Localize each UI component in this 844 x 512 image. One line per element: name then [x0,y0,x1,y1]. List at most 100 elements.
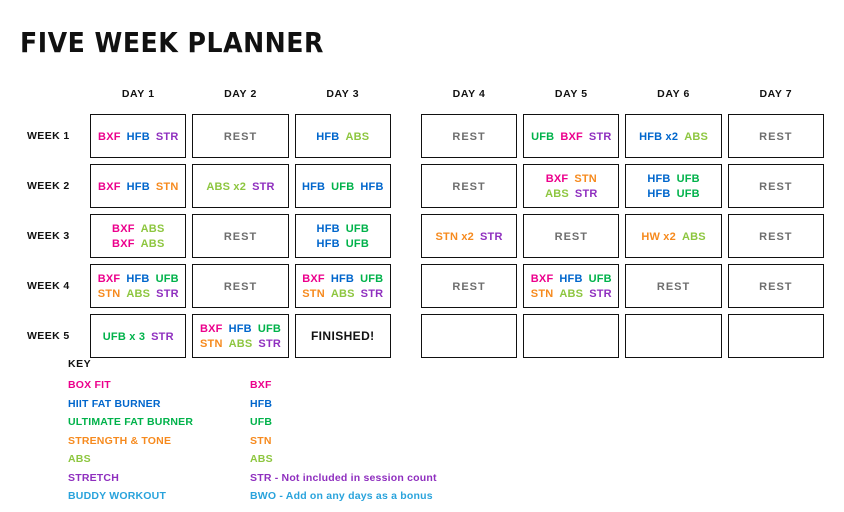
workout-token: HFB [316,223,340,235]
planner-week-row: WEEK 4 BXF HFB UFB STN ABS STR REST BXF HFB UFB STN… [26,264,824,308]
day-header-3: DAY 3 [326,88,360,100]
workout-token: BXF [98,180,121,193]
planner-cell-workouts[interactable]: ABS x2 STR [192,164,289,208]
week-label: WEEK 2 [27,180,70,192]
workout-line: ABS x2 STR [196,179,284,194]
planner-cell-workouts[interactable]: BXF HFB UFB STN ABS STR [523,264,620,308]
rest-label: REST [452,131,486,143]
rest-label: REST [223,131,258,143]
planner-cell-workouts[interactable]: BXF HFB UFB STN ABS STR [90,264,187,308]
planner-grid: DAY 1 DAY 2 DAY 3 DAY 4 DAY 5 DAY 6 DAY … [20,80,830,364]
key-item-name: BOX FIT [68,379,111,391]
rest-label: REST [452,181,486,193]
planner-cell-workouts[interactable]: BXF HFB UFB STN ABS STR [192,314,289,358]
rest-label: REST [223,281,258,293]
workout-line: STN ABS STR [299,286,387,301]
workout-line: BXF HFB UFB [299,271,387,286]
planner-cell-rest[interactable]: REST [727,114,824,158]
workout-token: STN [199,338,223,350]
planner-cell-workouts[interactable]: HFB ABS [294,114,391,158]
planner-cell-rest[interactable]: REST [420,114,518,158]
week-split-gap [397,214,415,258]
planner-cell-workouts[interactable]: UFB x 3 STR [90,314,187,358]
workout-token: UFB [257,323,282,335]
planner-cell-finished[interactable]: FINISHED! [294,314,391,358]
key-item: BUDDY WORKOUT BWO - Add on any days as a … [68,490,668,502]
workout-line: UFB BXF STR [527,129,615,144]
planner-cell-rest[interactable]: REST [727,164,824,208]
key-item-name: STRETCH [68,471,119,484]
workout-token: ABS [330,288,355,300]
planner-cell-rest[interactable]: REST [727,264,824,308]
planner-cell-workouts[interactable]: UFB BXF STR [523,114,620,158]
workout-line: BXF STN [527,171,615,186]
planner-cell-empty[interactable] [625,314,722,358]
planner-cell-workouts[interactable]: HFB UFB HFB UFB [294,214,391,258]
workout-line: BXF HFB STN [94,179,182,194]
planner-cell-workouts[interactable]: BXF HFB UFB STN ABS STR [294,264,391,308]
planner-cell-rest[interactable]: REST [192,264,289,308]
workout-token: HFB [228,323,252,335]
planner-cell-rest[interactable]: REST [192,114,289,158]
rest-label: REST [656,281,691,293]
workout-line: STN ABS STR [527,286,615,301]
workout-token: UFB [588,273,612,285]
rest-label: REST [759,231,793,243]
workout-token: STN [155,180,179,193]
workout-token: HFB [301,180,326,193]
rest-label: REST [759,131,793,143]
planner-cell-workouts[interactable]: BXF ABS BXF ABS [90,214,187,258]
workout-line: HFB UFB HFB [299,179,387,194]
planner-week-row: WEEK 1 BXF HFB STR REST HFB ABS REST UFB BXF STR HF… [26,114,824,158]
day-header-row: DAY 1 DAY 2 DAY 3 DAY 4 DAY 5 DAY 6 DAY … [26,86,824,108]
column-gap [397,86,415,108]
planner-cell-empty[interactable] [420,314,518,358]
planner-cell-workouts[interactable]: HFB x2 ABS [625,114,722,158]
workout-token: ABS [140,238,165,250]
planner-cell-workouts[interactable]: HW x2 ABS [625,214,722,258]
workout-token: UFB [345,238,369,250]
planner-cell-rest[interactable]: REST [420,264,518,308]
rest-label: REST [554,231,588,243]
planner-cell-workouts[interactable]: HFB UFB HFB [294,164,391,208]
workout-token: HFB [316,238,340,250]
rest-label: REST [223,231,258,243]
workout-token: BXF [545,173,569,185]
planner-cell-rest[interactable]: REST [192,214,289,258]
planner-cell-workouts[interactable]: STN x2 STR [420,214,518,258]
planner-page: FIVE WEEK PLANNER DAY 1 DAY 2 DAY 3 DAY … [0,0,844,512]
workout-line: HFB UFB [299,221,387,236]
week-label: WEEK 1 [27,130,70,142]
key-item-abbr: UFB [250,416,273,428]
workout-token: BXF [199,323,223,335]
planner-cell-rest[interactable]: REST [523,214,620,258]
key-item-abbr: BXF [250,379,272,391]
workout-token: STN [97,288,121,300]
workout-token: STR [151,330,174,343]
planner-cell-rest[interactable]: REST [625,264,722,308]
planner-cell-empty[interactable] [523,314,620,358]
workout-token: HW x2 [641,230,676,243]
workout-token: HFB [126,180,150,193]
workout-token: STN [530,288,554,300]
planner-cell-workouts[interactable]: BXF HFB STN [90,164,187,208]
rest-label: REST [759,281,793,293]
planner-cell-rest[interactable]: REST [420,164,518,208]
workout-line: BXF ABS [94,236,182,251]
workout-token: STR [574,188,598,200]
planner-cell-workouts[interactable]: BXF STN ABS STR [523,164,620,208]
planner-cell-workouts[interactable]: BXF HFB STR [90,114,187,158]
key-rows: BOX FIT BXF HIIT FAT BURNER HFB ULTIMATE FAT… [68,379,668,502]
day-header-1: DAY 1 [121,88,155,100]
planner-cell-rest[interactable]: REST [727,214,824,258]
planner-cell-empty[interactable] [727,314,824,358]
day-header-6: DAY 6 [657,88,690,100]
workout-token: HFB [316,130,340,143]
workout-token: ABS [684,130,709,143]
planner-cell-workouts[interactable]: HFB UFB HFB UFB [625,164,722,208]
workout-token: STN x2 [435,230,474,243]
workout-token: STR [589,288,612,300]
week-label: WEEK 5 [27,330,70,342]
workout-token: ABS [126,288,151,300]
workout-token: UFB [345,223,369,235]
